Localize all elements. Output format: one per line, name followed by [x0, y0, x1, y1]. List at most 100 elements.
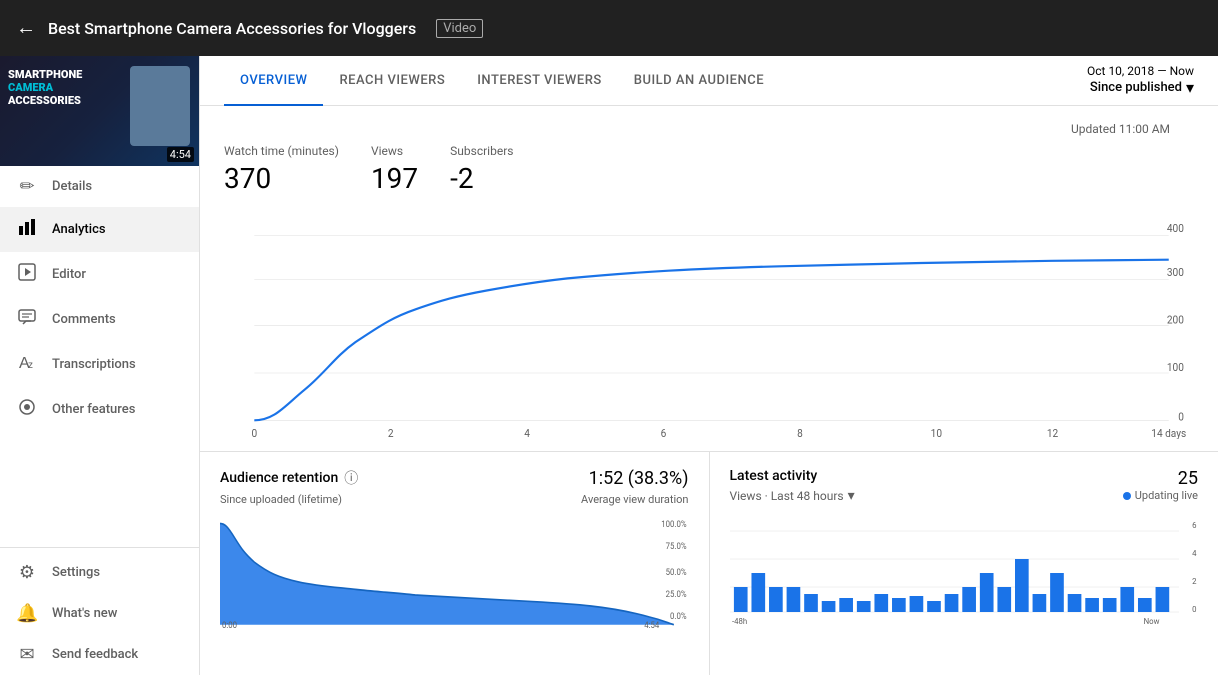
stat-views: Views 197 — [371, 136, 450, 203]
sidebar-item-label: What's new — [52, 606, 117, 621]
topbar: ← Best Smartphone Camera Accessories for… — [0, 0, 1218, 56]
svg-text:8: 8 — [797, 426, 803, 439]
svg-text:z: z — [28, 360, 33, 371]
stat-watch-time: Watch time (minutes) 370 — [224, 136, 371, 203]
svg-text:200: 200 — [1167, 313, 1184, 327]
pencil-icon: ✏ — [16, 176, 38, 197]
svg-text:2: 2 — [388, 426, 394, 439]
tab-reach[interactable]: REACH VIEWERS — [323, 57, 461, 106]
svg-text:Now: Now — [1143, 617, 1159, 626]
tab-audience[interactable]: BUILD AN AUDIENCE — [618, 57, 780, 106]
svg-text:4:54: 4:54 — [644, 621, 659, 628]
svg-text:0.0%: 0.0% — [670, 612, 687, 623]
stat-views-label: Views — [371, 144, 418, 158]
svg-text:14 days: 14 days — [1151, 426, 1186, 439]
main-chart: 400 300 200 100 0 0 2 4 6 8 10 — [224, 219, 1194, 439]
main-chart-container: 400 300 200 100 0 0 2 4 6 8 10 — [200, 211, 1218, 451]
retention-subtitle-right: Average view duration — [581, 493, 688, 510]
activity-header: Latest activity Views · Last 48 hours ▾ … — [730, 468, 1199, 504]
audience-retention-panel: Audience retention ⓘ 1:52 (38.3%) Since … — [200, 451, 709, 675]
svg-text:0: 0 — [1192, 605, 1196, 614]
live-dot — [1123, 492, 1131, 500]
whats-new-icon: 🔔 — [16, 603, 38, 624]
sidebar-item-label: Analytics — [52, 222, 106, 237]
sidebar-item-label: Editor — [52, 267, 86, 282]
svg-text:100.0%: 100.0% — [661, 519, 686, 530]
views-filter[interactable]: Views · Last 48 hours ▾ — [730, 488, 855, 504]
layout: SMARTPHONE CAMERA ACCESSORIES 4:54 ✏ Det… — [0, 56, 1218, 675]
stat-subscribers-label: Subscribers — [450, 144, 513, 158]
sidebar-item-analytics[interactable]: Analytics — [0, 207, 199, 252]
back-button[interactable]: ← — [16, 17, 36, 40]
sidebar-item-whats-new[interactable]: 🔔 What's new — [0, 593, 199, 634]
sidebar-item-details[interactable]: ✏ Details — [0, 166, 199, 207]
editor-icon — [16, 262, 38, 287]
sidebar-item-comments[interactable]: Comments — [0, 297, 199, 342]
svg-text:6: 6 — [1192, 521, 1197, 530]
thumbnail-text: SMARTPHONE CAMERA ACCESSORIES — [8, 68, 82, 108]
svg-text:4: 4 — [524, 426, 530, 439]
svg-text:300: 300 — [1167, 266, 1184, 280]
retention-metric: 1:52 (38.3%) — [589, 468, 689, 489]
sidebar-item-transcriptions[interactable]: A z Transcriptions — [0, 342, 199, 387]
updated-label: Updated 11:00 AM — [1071, 122, 1194, 136]
retention-subtitle-left: Since uploaded (lifetime) — [220, 493, 342, 506]
page-title: Best Smartphone Camera Accessories for V… — [48, 19, 416, 38]
sidebar-item-settings[interactable]: ⚙ Settings — [0, 552, 199, 593]
svg-text:50.0%: 50.0% — [666, 568, 687, 579]
activity-count: 25 — [1178, 468, 1198, 489]
tab-overview[interactable]: OVERVIEW — [224, 57, 323, 106]
retention-header: Audience retention ⓘ 1:52 (38.3%) — [220, 468, 689, 489]
activity-title: Latest activity — [730, 468, 855, 484]
other-icon — [16, 397, 38, 422]
live-indicator: Updating live — [1123, 489, 1198, 502]
filter-chevron-icon: ▾ — [848, 488, 855, 504]
comments-icon — [16, 307, 38, 332]
svg-text:12: 12 — [1047, 426, 1058, 439]
barchart-icon — [16, 217, 38, 242]
sidebar-item-label: Details — [52, 179, 92, 194]
video-badge: Video — [436, 19, 483, 38]
svg-text:25.0%: 25.0% — [666, 590, 687, 601]
stat-watch-time-value: 370 — [224, 162, 339, 195]
svg-text:400: 400 — [1167, 222, 1184, 236]
main-content: OVERVIEW REACH VIEWERS INTEREST VIEWERS … — [200, 56, 1218, 675]
sidebar-item-label: Transcriptions — [52, 357, 136, 372]
stats-section: Updated 11:00 AM Watch time (minutes) 37… — [200, 106, 1218, 211]
retention-title: Audience retention ⓘ — [220, 468, 358, 488]
stat-watch-time-label: Watch time (minutes) — [224, 144, 339, 158]
svg-text:0: 0 — [251, 426, 257, 439]
sidebar-item-other[interactable]: Other features — [0, 387, 199, 432]
sidebar: SMARTPHONE CAMERA ACCESSORIES 4:54 ✏ Det… — [0, 56, 200, 675]
date-selector[interactable]: Oct 10, 2018 — Now Since published ▾ — [1087, 56, 1194, 105]
sidebar-item-label: Other features — [52, 402, 135, 417]
retention-subtitles: Since uploaded (lifetime) Average view d… — [220, 493, 689, 510]
video-thumbnail: SMARTPHONE CAMERA ACCESSORIES 4:54 — [0, 56, 200, 166]
thumbnail-person — [130, 66, 190, 146]
feedback-icon: ✉ — [16, 644, 38, 665]
tab-interest[interactable]: INTEREST VIEWERS — [461, 57, 618, 106]
svg-text:2: 2 — [1192, 577, 1197, 586]
sidebar-item-editor[interactable]: Editor — [0, 252, 199, 297]
sidebar-item-label: Send feedback — [52, 647, 138, 662]
settings-icon: ⚙ — [16, 562, 38, 583]
svg-text:100: 100 — [1167, 360, 1184, 374]
stat-subscribers-value: -2 — [450, 162, 513, 195]
svg-text:-48h: -48h — [731, 617, 746, 626]
svg-text:10: 10 — [931, 426, 942, 439]
tabs-bar: OVERVIEW REACH VIEWERS INTEREST VIEWERS … — [200, 56, 1218, 106]
thumbnail-duration: 4:54 — [167, 147, 194, 162]
sidebar-item-send-feedback[interactable]: ✉ Send feedback — [0, 634, 199, 675]
svg-text:0:00: 0:00 — [222, 621, 237, 628]
retention-chart: 100.0% 75.0% 50.0% 25.0% 0.0% 0:00 4:54 — [220, 518, 689, 628]
info-icon[interactable]: ⓘ — [344, 468, 358, 488]
svg-text:6: 6 — [661, 426, 667, 439]
sidebar-bottom: ⚙ Settings 🔔 What's new ✉ Send feedback — [0, 547, 199, 675]
date-period[interactable]: Since published ▾ — [1090, 78, 1194, 97]
date-range: Oct 10, 2018 — Now — [1087, 64, 1194, 78]
transcriptions-icon: A z — [16, 352, 38, 377]
sidebar-item-label: Comments — [52, 312, 116, 327]
svg-text:0: 0 — [1178, 410, 1184, 424]
sidebar-item-label: Settings — [52, 565, 100, 580]
stat-subscribers: Subscribers -2 — [450, 136, 545, 203]
